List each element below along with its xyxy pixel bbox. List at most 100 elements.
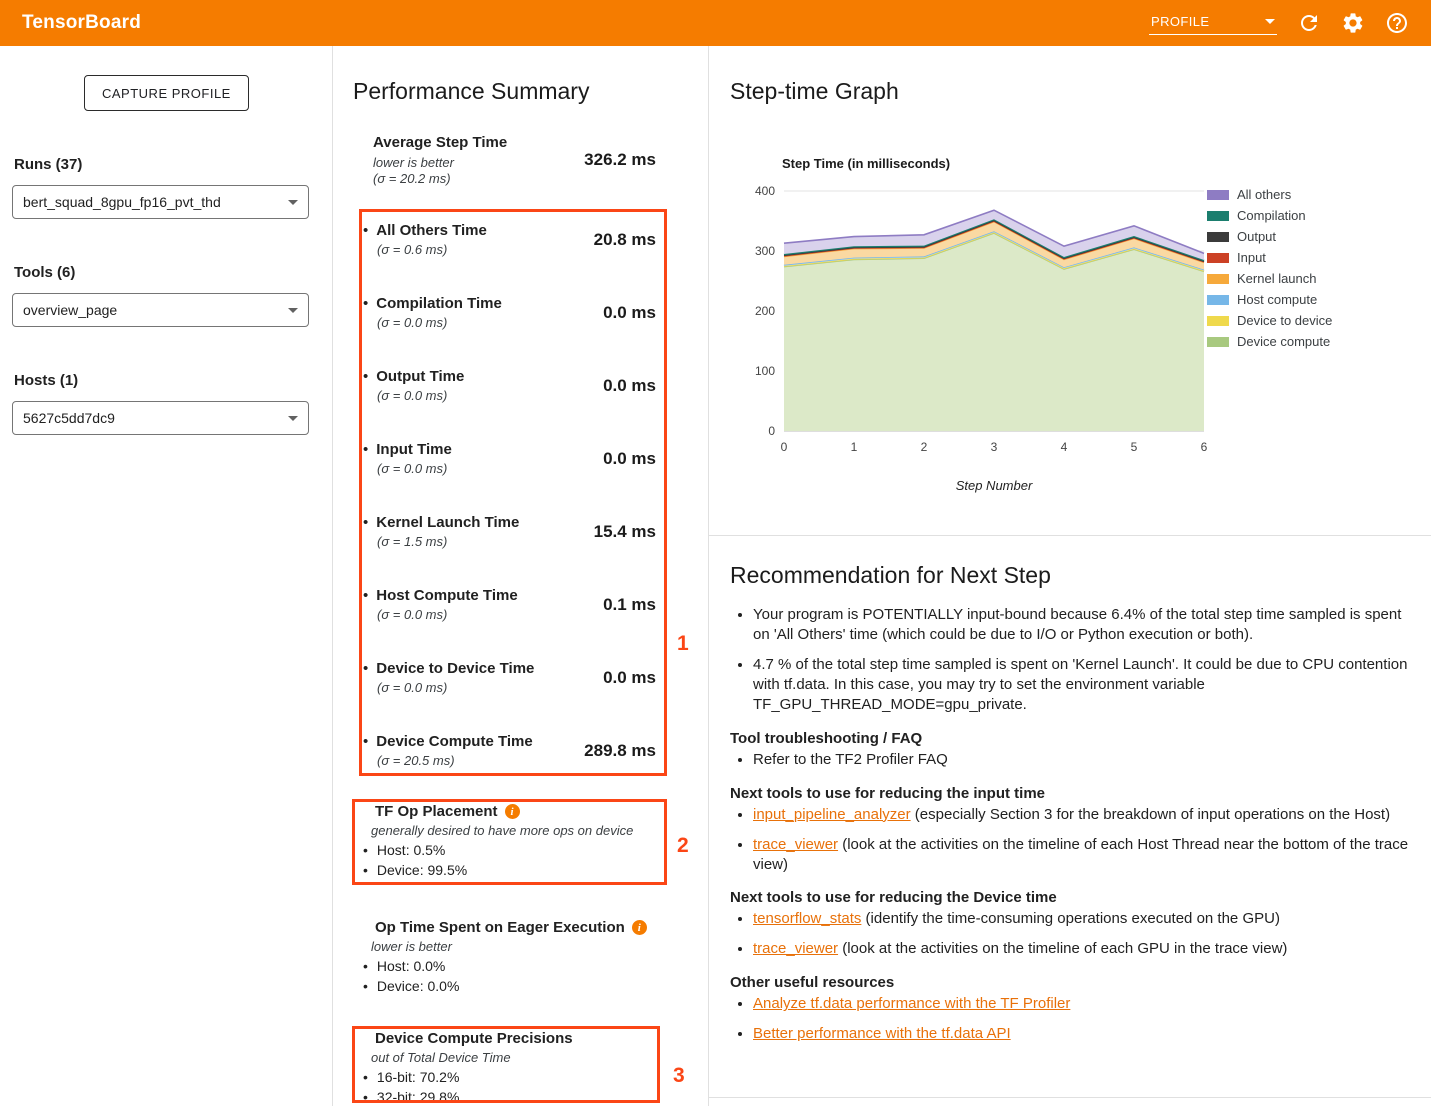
- step-time-panel: Step-time Graph Step Time (in millisecon…: [708, 46, 1431, 1106]
- tools-select-value: overview_page: [23, 302, 117, 318]
- legend-label: Kernel launch: [1237, 271, 1317, 286]
- device-tool-item: trace_viewer (look at the activities on …: [753, 939, 1409, 959]
- legend-swatch: [1207, 337, 1229, 347]
- metric-value: 326.2 ms: [584, 150, 656, 170]
- tf-op-placement-section: TF Op Placement generally desired to hav…: [361, 803, 676, 878]
- annotation-number-2: 2: [677, 834, 689, 858]
- chevron-down-icon: [288, 200, 298, 205]
- eager-device: Device: 0.0%: [361, 978, 676, 994]
- trace-viewer-link[interactable]: trace_viewer: [753, 836, 838, 853]
- legend-item-compilation: Compilation: [1207, 209, 1332, 222]
- svg-text:2: 2: [921, 440, 928, 454]
- legend-item-output: Output: [1207, 230, 1332, 243]
- tensorflow-stats-link[interactable]: tensorflow_stats: [753, 910, 861, 927]
- metric-value: 20.8 ms: [594, 230, 656, 250]
- input-tool-item: input_pipeline_analyzer (especially Sect…: [753, 805, 1409, 825]
- svg-text:300: 300: [755, 244, 775, 258]
- sidebar: CAPTURE PROFILE Runs (37) bert_squad_8gp…: [0, 46, 332, 1106]
- hosts-select[interactable]: 5627c5dd7dc9: [12, 401, 309, 435]
- chevron-down-icon: [1265, 19, 1275, 24]
- legend-label: Device to device: [1237, 313, 1332, 328]
- app-title: TensorBoard: [22, 12, 141, 34]
- legend-item-all-others: All others: [1207, 188, 1332, 201]
- recommendation-title: Recommendation for Next Step: [730, 562, 1409, 589]
- legend-label: Host compute: [1237, 292, 1317, 307]
- svg-text:400: 400: [755, 184, 775, 198]
- metric-value: 0.0 ms: [603, 449, 656, 469]
- legend-swatch: [1207, 190, 1229, 200]
- svg-text:200: 200: [755, 304, 775, 318]
- svg-text:1: 1: [851, 440, 858, 454]
- chart-title: Step Time (in milliseconds): [782, 156, 950, 171]
- metric-value: 15.4 ms: [594, 522, 656, 542]
- annotation-number-3: 3: [673, 1064, 685, 1088]
- eager-host: Host: 0.0%: [361, 958, 676, 974]
- info-icon[interactable]: [505, 804, 520, 819]
- performance-summary-title: Performance Summary: [353, 78, 589, 105]
- svg-text:3: 3: [991, 440, 998, 454]
- recommendation-bullet: Your program is POTENTIALLY input-bound …: [753, 605, 1409, 645]
- metric-value: 0.0 ms: [603, 668, 656, 688]
- legend-swatch: [1207, 295, 1229, 305]
- tfdata-api-link[interactable]: Better performance with the tf.data API: [753, 1025, 1011, 1042]
- legend-label: Compilation: [1237, 208, 1306, 223]
- device-tools-heading: Next tools to use for reducing the Devic…: [730, 889, 1409, 906]
- metric-value: 0.1 ms: [603, 595, 656, 615]
- info-icon[interactable]: [632, 920, 647, 935]
- legend-label: Input: [1237, 250, 1266, 265]
- hosts-label: Hosts (1): [14, 372, 78, 389]
- tfdata-performance-link[interactable]: Analyze tf.data performance with the TF …: [753, 995, 1070, 1012]
- metric-value: 0.0 ms: [603, 376, 656, 396]
- faq-item: Refer to the TF2 Profiler FAQ: [753, 750, 1409, 770]
- metric-value: 289.8 ms: [584, 741, 656, 761]
- svg-text:0: 0: [781, 440, 788, 454]
- step-time-chart: 01002003004000123456: [739, 176, 1219, 476]
- help-icon[interactable]: [1385, 11, 1409, 35]
- svg-text:100: 100: [755, 364, 775, 378]
- step-time-graph-title: Step-time Graph: [730, 78, 899, 105]
- faq-heading: Tool troubleshooting / FAQ: [730, 730, 1409, 747]
- legend-item-kernel-launch: Kernel launch: [1207, 272, 1332, 285]
- tf-op-placement-device: Device: 99.5%: [361, 862, 676, 878]
- performance-summary-panel: Performance Summary Average Step Time lo…: [332, 46, 708, 1106]
- metric-output-time: Output Time (σ = 0.0 ms) 0.0 ms: [363, 368, 656, 403]
- tools-label: Tools (6): [14, 264, 75, 281]
- runs-select[interactable]: bert_squad_8gpu_fp16_pvt_thd: [12, 185, 309, 219]
- input-tool-item: trace_viewer (look at the activities on …: [753, 835, 1409, 875]
- input-pipeline-analyzer-link[interactable]: input_pipeline_analyzer: [753, 806, 911, 823]
- legend-swatch: [1207, 211, 1229, 221]
- metric-average-step-time: Average Step Time lower is better (σ = 2…: [373, 134, 656, 186]
- eager-execution-section: Op Time Spent on Eager Execution lower i…: [361, 919, 676, 994]
- legend-swatch: [1207, 316, 1229, 326]
- chart-x-axis-label: Step Number: [784, 478, 1204, 493]
- svg-text:4: 4: [1061, 440, 1068, 454]
- precision-16bit: 16-bit: 70.2%: [361, 1069, 676, 1085]
- capture-profile-button[interactable]: CAPTURE PROFILE: [84, 75, 249, 111]
- metric-host-compute-time: Host Compute Time (σ = 0.0 ms) 0.1 ms: [363, 587, 656, 622]
- legend-swatch: [1207, 274, 1229, 284]
- step-time-chart-svg: 01002003004000123456: [739, 176, 1219, 476]
- device-compute-precisions-section: Device Compute Precisions out of Total D…: [361, 1030, 676, 1105]
- device-tool-item: tensorflow_stats (identify the time-cons…: [753, 909, 1409, 929]
- resources-heading: Other useful resources: [730, 974, 1409, 991]
- dashboard-select[interactable]: PROFILE: [1149, 12, 1277, 35]
- tools-select[interactable]: overview_page: [12, 293, 309, 327]
- precision-32bit: 32-bit: 29.8%: [361, 1089, 676, 1105]
- metric-all-others-time: All Others Time (σ = 0.6 ms) 20.8 ms: [363, 222, 656, 257]
- chevron-down-icon: [288, 416, 298, 421]
- metric-device-compute-time: Device Compute Time (σ = 20.5 ms) 289.8 …: [363, 733, 656, 768]
- refresh-icon[interactable]: [1297, 11, 1321, 35]
- legend-label: Output: [1237, 229, 1276, 244]
- legend-swatch: [1207, 253, 1229, 263]
- svg-text:5: 5: [1131, 440, 1138, 454]
- runs-label: Runs (37): [14, 156, 82, 173]
- trace-viewer-link[interactable]: trace_viewer: [753, 940, 838, 957]
- tf-op-placement-host: Host: 0.5%: [361, 842, 676, 858]
- gear-icon[interactable]: [1341, 11, 1365, 35]
- svg-text:0: 0: [768, 424, 775, 438]
- chart-legend: All others Compilation Output Input Kernel l…: [1207, 188, 1332, 348]
- legend-swatch: [1207, 232, 1229, 242]
- recommendation-panel: Recommendation for Next Step Your progra…: [709, 535, 1431, 1098]
- header-actions: PROFILE: [1149, 11, 1409, 35]
- input-tools-heading: Next tools to use for reducing the input…: [730, 785, 1409, 802]
